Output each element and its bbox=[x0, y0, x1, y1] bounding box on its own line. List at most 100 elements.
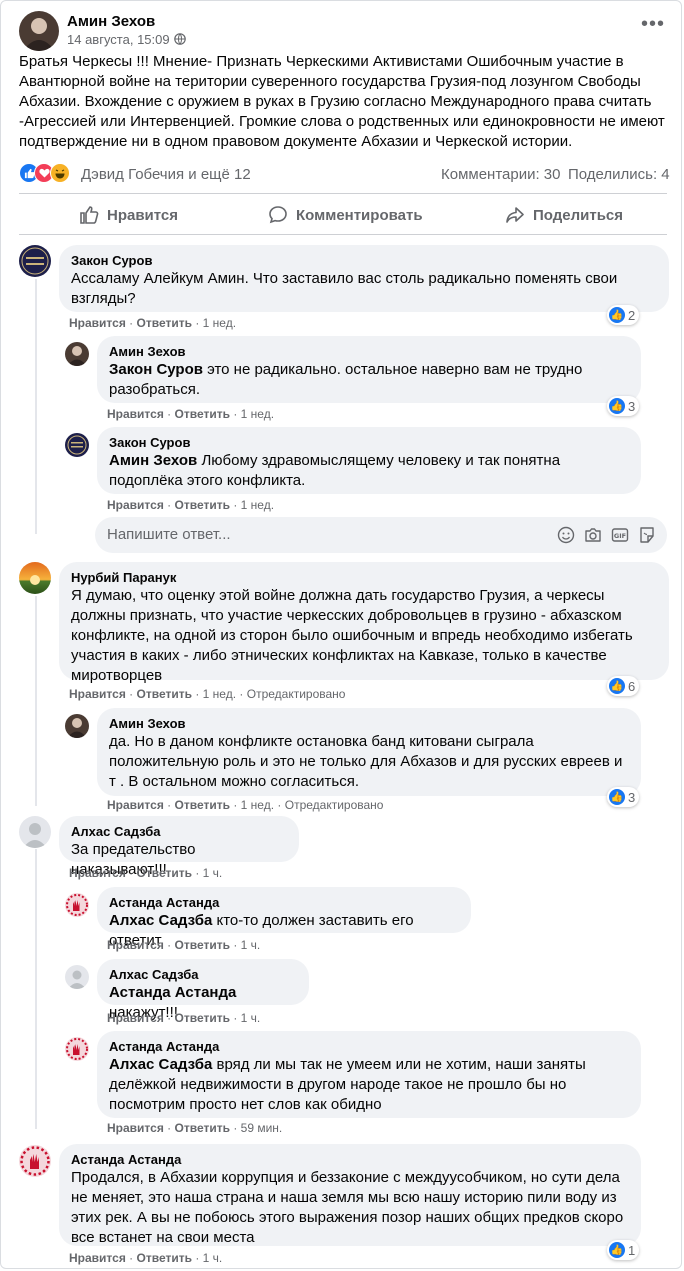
comment-time[interactable]: 1 нед. bbox=[203, 687, 236, 701]
comment-reply-link[interactable]: Ответить bbox=[175, 407, 230, 421]
comment-time[interactable]: 1 ч. bbox=[241, 938, 261, 952]
comment-like-link[interactable]: Нравится bbox=[107, 798, 164, 812]
comment-like-count[interactable]: 👍 6 bbox=[607, 676, 640, 696]
commenter-avatar[interactable] bbox=[65, 714, 89, 738]
comment-like-link[interactable]: Нравится bbox=[69, 866, 126, 880]
comment-time[interactable]: 1 ч. bbox=[241, 1011, 261, 1025]
comment-time[interactable]: 59 мин. bbox=[241, 1121, 283, 1135]
comment-like-link[interactable]: Нравится bbox=[107, 938, 164, 952]
comment-bubble: Закон Суров Амин Зехов Любому здравомысл… bbox=[97, 427, 641, 494]
comment-actions: Нравится · Ответить · 1 нед. bbox=[107, 407, 275, 421]
post-author-name[interactable]: Амин Зехов bbox=[67, 13, 155, 30]
comment-like-link[interactable]: Нравится bbox=[107, 1121, 164, 1135]
comment-author[interactable]: Закон Суров bbox=[71, 253, 657, 269]
comment-reply-link[interactable]: Ответить bbox=[137, 866, 192, 880]
post-card: { "post": { "author": "Амин Зехов", "dat… bbox=[0, 0, 682, 1269]
comment-mention[interactable]: Амин Зехов bbox=[109, 452, 197, 469]
reaction-icons[interactable] bbox=[19, 163, 79, 183]
comment-like-link[interactable]: Нравится bbox=[69, 687, 126, 701]
comment-author[interactable]: Амин Зехов bbox=[109, 716, 629, 732]
comment-bubble: Астанда Астанда Продался, в Абхазии корр… bbox=[59, 1144, 641, 1246]
commenter-avatar[interactable] bbox=[65, 342, 89, 366]
post-date[interactable]: 14 августа, 15:09 bbox=[67, 32, 170, 47]
comment-mention[interactable]: Закон Суров bbox=[109, 361, 203, 378]
comment-author[interactable]: Астанда Астанда bbox=[109, 895, 459, 911]
comments-count[interactable]: Комментарии: 30 bbox=[441, 166, 561, 183]
commenter-avatar[interactable] bbox=[65, 433, 89, 457]
comment-author[interactable]: Закон Суров bbox=[109, 435, 629, 451]
comment-time[interactable]: 1 нед. bbox=[241, 798, 274, 812]
commenter-avatar[interactable] bbox=[19, 562, 51, 594]
comment-like-link[interactable]: Нравится bbox=[69, 316, 126, 330]
comment-reply-link[interactable]: Ответить bbox=[175, 938, 230, 952]
more-options-icon[interactable]: ••• bbox=[641, 13, 665, 36]
comment-like-count[interactable]: 👍 2 bbox=[607, 305, 640, 325]
comment-icon bbox=[269, 206, 287, 224]
comment-time[interactable]: 1 нед. bbox=[241, 498, 274, 512]
comment-reply-link[interactable]: Ответить bbox=[175, 1011, 230, 1025]
comment-edited[interactable]: Отредактировано bbox=[285, 798, 384, 812]
comment-reply-link[interactable]: Ответить bbox=[175, 798, 230, 812]
shares-count[interactable]: Поделились: 4 bbox=[568, 166, 670, 183]
avatar-default-icon[interactable] bbox=[65, 965, 89, 989]
comment-like-link[interactable]: Нравится bbox=[107, 407, 164, 421]
comment-actions: Нравится · Ответить · 1 нед. · Отредакти… bbox=[69, 687, 346, 701]
comment-author[interactable]: Алхас Садзба bbox=[109, 967, 297, 983]
comment-mention[interactable]: Алхас Садзба bbox=[109, 912, 212, 929]
comment-like-count[interactable]: 👍 3 bbox=[607, 396, 640, 416]
comment-reply-link[interactable]: Ответить bbox=[175, 498, 230, 512]
reactions-text[interactable]: Дэвид Гобечия и ещё 12 bbox=[81, 166, 251, 183]
comment-actions: Нравится · Ответить · 1 нед. · Отредакти… bbox=[107, 798, 384, 812]
divider bbox=[19, 234, 667, 235]
comment-button[interactable]: Комментировать bbox=[268, 205, 423, 225]
comment-bubble: Нурбий Паранук Я думаю, что оценку этой … bbox=[59, 562, 669, 684]
comment-author[interactable]: Астанда Астанда bbox=[109, 1039, 629, 1055]
avatar-default-icon[interactable] bbox=[19, 816, 51, 848]
comment-reply-link[interactable]: Ответить bbox=[175, 1121, 230, 1135]
comment-text: Ассаламу Алейкум Амин. Что заставило вас… bbox=[71, 270, 618, 307]
like-button-label: Нравится bbox=[107, 206, 179, 224]
haha-face-icon bbox=[50, 163, 70, 183]
commenter-avatar[interactable] bbox=[65, 893, 89, 917]
comment-edited[interactable]: Отредактировано bbox=[247, 687, 346, 701]
gif-icon[interactable]: GIF bbox=[611, 526, 629, 544]
comment-actions: Нравится · Ответить · 1 ч. bbox=[107, 938, 261, 952]
comment-like-count[interactable]: 👍 3 bbox=[607, 787, 640, 807]
comment-reply-link[interactable]: Ответить bbox=[137, 316, 192, 330]
comment-author[interactable]: Амин Зехов bbox=[109, 344, 629, 360]
comment-author[interactable]: Астанда Астанда bbox=[71, 1152, 629, 1168]
share-button[interactable]: Поделиться bbox=[505, 205, 623, 225]
reply-input[interactable]: Напишите ответ... GIF bbox=[95, 517, 667, 553]
globe-icon bbox=[174, 32, 186, 50]
comment-mention[interactable]: Алхас Садзба bbox=[109, 1056, 212, 1073]
comment-author[interactable]: Нурбий Паранук bbox=[71, 570, 657, 586]
smiley-icon[interactable] bbox=[557, 526, 575, 544]
commenter-avatar[interactable] bbox=[19, 245, 51, 277]
comment-time[interactable]: 1 ч. bbox=[203, 1251, 223, 1265]
commenter-avatar[interactable] bbox=[19, 1145, 51, 1177]
comment-author[interactable]: Алхас Садзба bbox=[71, 824, 287, 840]
comment-time[interactable]: 1 нед. bbox=[203, 316, 236, 330]
sticker-icon[interactable] bbox=[638, 526, 656, 544]
comment-like-link[interactable]: Нравится bbox=[107, 498, 164, 512]
thread-line bbox=[35, 849, 37, 1129]
share-arrow-icon bbox=[506, 207, 524, 223]
comment-time[interactable]: 1 нед. bbox=[241, 407, 274, 421]
commenter-avatar[interactable] bbox=[65, 1037, 89, 1061]
comment-like-count[interactable]: 👍 1 bbox=[607, 1240, 640, 1260]
camera-icon[interactable] bbox=[584, 526, 602, 544]
comment-mention[interactable]: Астанда Астанда bbox=[109, 984, 236, 1001]
divider bbox=[19, 193, 667, 194]
comment-actions: Нравится · Ответить · 1 ч. bbox=[69, 866, 223, 880]
post-author-avatar[interactable] bbox=[19, 11, 59, 51]
like-button[interactable]: Нравится bbox=[79, 205, 178, 225]
comment-reply-link[interactable]: Ответить bbox=[137, 1251, 192, 1265]
like-outline-icon bbox=[80, 206, 99, 224]
comment-time[interactable]: 1 ч. bbox=[203, 866, 223, 880]
comment-like-link[interactable]: Нравится bbox=[69, 1251, 126, 1265]
comment-text: Я думаю, что оценку этой войне должна да… bbox=[71, 587, 633, 684]
comment-like-link[interactable]: Нравится bbox=[107, 1011, 164, 1025]
comment-bubble: Алхас Садзба За предательство наказывают… bbox=[59, 816, 299, 878]
comment-actions: Нравится · Ответить · 1 нед. bbox=[69, 316, 237, 330]
comment-reply-link[interactable]: Ответить bbox=[137, 687, 192, 701]
